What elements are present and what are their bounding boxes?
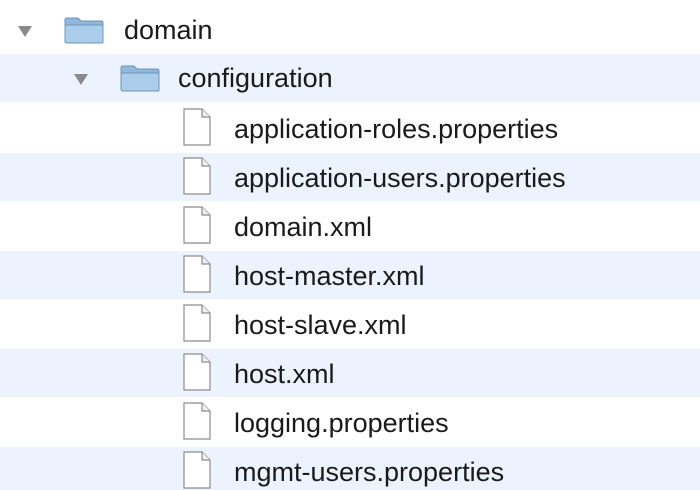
document-icon xyxy=(183,402,211,440)
disclosure-triangle-icon[interactable] xyxy=(74,74,88,85)
tree-row-file[interactable]: host.xml xyxy=(0,349,700,397)
tree-item-label: domain xyxy=(124,15,213,45)
disclosure-triangle-icon[interactable] xyxy=(18,26,32,37)
tree-item-label: configuration xyxy=(178,63,333,93)
document-icon xyxy=(183,255,211,293)
tree-item-label: logging.properties xyxy=(234,408,449,438)
document-icon xyxy=(183,108,211,146)
tree-row-configuration[interactable]: configuration xyxy=(0,54,700,102)
document-icon xyxy=(183,157,211,195)
tree-item-label: application-users.properties xyxy=(234,163,566,193)
tree-row-file[interactable]: mgmt-users.properties xyxy=(0,447,700,490)
tree-row-file[interactable]: host-master.xml xyxy=(0,251,700,299)
document-icon xyxy=(183,304,211,342)
file-tree: domain configuration application-roles.p… xyxy=(0,0,700,490)
tree-item-label: host-slave.xml xyxy=(234,310,407,340)
tree-row-file[interactable]: host-slave.xml xyxy=(0,300,700,348)
tree-row-file[interactable]: domain.xml xyxy=(0,202,700,250)
tree-row-file[interactable]: logging.properties xyxy=(0,398,700,446)
tree-row-file[interactable]: application-roles.properties xyxy=(0,104,700,152)
folder-icon xyxy=(120,65,160,92)
document-icon xyxy=(183,206,211,244)
tree-item-label: host.xml xyxy=(234,359,335,389)
document-icon xyxy=(183,353,211,391)
tree-item-label: mgmt-users.properties xyxy=(234,457,505,487)
folder-icon xyxy=(64,17,104,44)
tree-item-label: domain.xml xyxy=(234,212,373,242)
tree-item-label: application-roles.properties xyxy=(234,114,559,144)
tree-row-domain[interactable]: domain xyxy=(0,6,700,54)
tree-row-file[interactable]: application-users.properties xyxy=(0,153,700,201)
tree-item-label: host-master.xml xyxy=(234,261,425,291)
document-icon xyxy=(183,451,211,489)
